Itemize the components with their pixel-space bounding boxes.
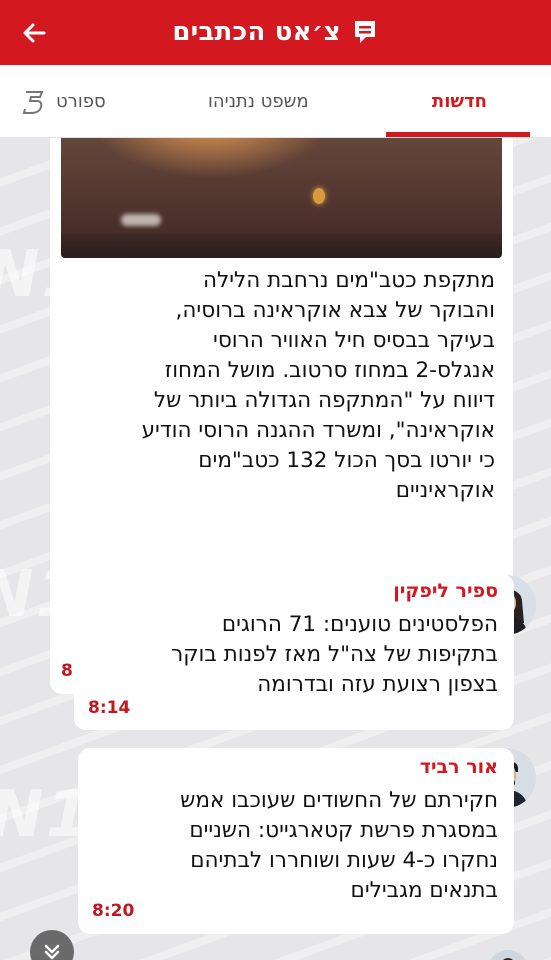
chat-feed[interactable]: N12 N12 N12 N12 מתקפת כטב"מים נרחבת הליל… (0, 138, 551, 960)
message-line: והבוקר של צבא אוקראינה ברוסיה, (175, 298, 495, 323)
tab-news-label: חדשות (431, 91, 487, 112)
image-smoke (121, 214, 161, 226)
image-sun (313, 188, 325, 204)
tab-news[interactable]: חדשות (432, 65, 487, 138)
message-line: אוקראינה", ומשרד ההגנה הרוסי הודיע (141, 418, 495, 443)
app-root: צ׳אט הכתבים חדשות משפט נתניהו ספורט N12 … (0, 0, 551, 960)
avatar (488, 950, 528, 960)
tab-netanyahu-trial-label: משפט נתניהו (208, 91, 309, 112)
message-line: בעיקר בבסיס חיל האוויר הרוסי (213, 328, 495, 353)
message-line: במסגרת פרשת קטארגייט: השניים (189, 818, 498, 843)
message-line: כי יורטו בסך הכול 132 כטב"מים (198, 448, 495, 473)
tab-sport-label: ספורט (56, 91, 106, 112)
message-line: אוקראיניים (395, 478, 495, 503)
message-line: בצפון רצועת עזה ובדרומה (257, 672, 498, 697)
tab-bar: חדשות משפט נתניהו ספורט (0, 65, 551, 138)
message-line: בתנאים מגבילים (350, 878, 498, 903)
page-title: צ׳אט הכתבים (172, 17, 341, 47)
author-name[interactable]: אור רביד (420, 756, 498, 778)
message-line: חקירתם של החשודים שעוכבו אמש (180, 788, 498, 813)
message-text: חקירתם של החשודים שעוכבו אמש במסגרת פרשת… (88, 786, 498, 906)
image-ground (61, 234, 502, 258)
message-line: הפלסטינים טוענים: 71 הרוגים (221, 612, 498, 637)
active-tab-indicator (386, 132, 530, 137)
message-card: ספיר ליפקין הפלסטינים טוענים: 71 הרוגים … (74, 574, 514, 730)
message-time: 8:14 (88, 698, 131, 718)
chat-bubble-icon (351, 18, 379, 46)
author-name[interactable]: ספיר ליפקין (393, 580, 498, 602)
message-line: דיווח על "המתקפה הגדולה ביותר של (153, 388, 495, 413)
message-line: נחקרו כ-4 שעות ושוחררו לבתיהם (190, 848, 498, 873)
tab-sport[interactable]: ספורט (20, 65, 106, 138)
message-line: בתקיפות של צה"ל מאז לפנות בוקר (171, 642, 498, 667)
message-text: מתקפת כטב"מים נרחבת הלילה והבוקר של צבא … (65, 266, 495, 506)
message-line: מתקפת כטב"מים נרחבת הלילה (202, 268, 495, 293)
message-image[interactable] (61, 138, 502, 258)
scroll-down-button[interactable] (30, 930, 74, 960)
message-line: אנגלס-2 במחוז סרטוב. מושל המחוז (164, 358, 495, 383)
header-title-group: צ׳אט הכתבים (0, 14, 551, 50)
tab-netanyahu-trial[interactable]: משפט נתניהו (208, 65, 309, 138)
message-card: אור רביד חקירתם של החשודים שעוכבו אמש במ… (78, 748, 514, 934)
header-bar: צ׳אט הכתבים (0, 0, 551, 65)
message-text: הפלסטינים טוענים: 71 הרוגים בתקיפות של צ… (88, 610, 498, 700)
sport5-logo-icon (20, 89, 46, 115)
message-time: 8:20 (92, 901, 135, 921)
double-chevron-down-icon (44, 944, 60, 960)
